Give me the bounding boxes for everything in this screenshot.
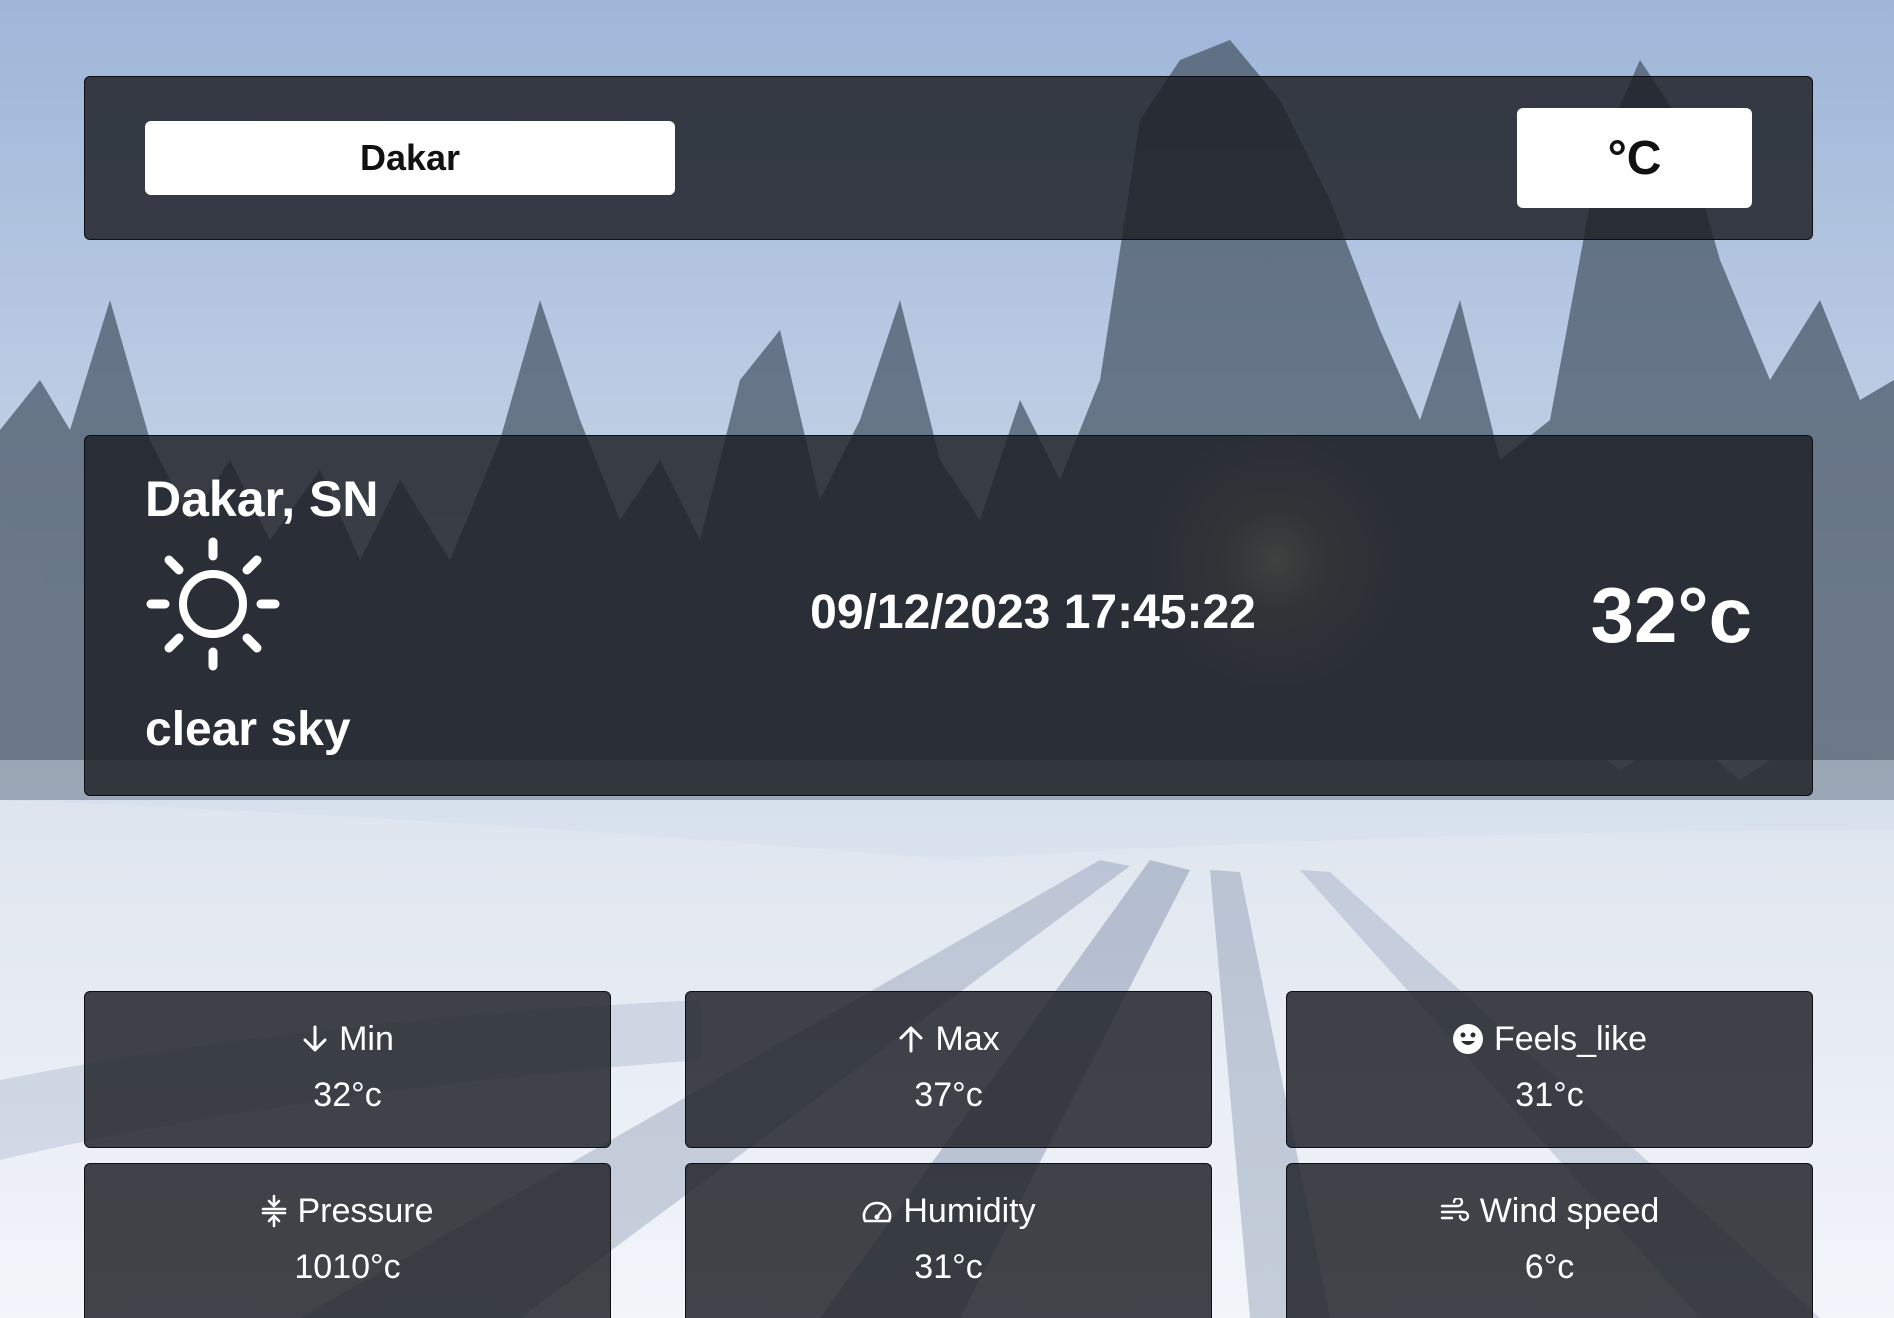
stat-card-min: Min 32°c [84, 991, 611, 1148]
stat-card-pressure: Pressure 1010°c [84, 1163, 611, 1318]
stat-value: 6°c [1524, 1248, 1575, 1286]
stat-card-humidity: Humidity 31°c [685, 1163, 1212, 1318]
current-temperature: 32°c [1590, 571, 1752, 659]
location-title: Dakar, SN [145, 471, 379, 527]
stat-value: 37°c [914, 1076, 983, 1114]
wind-icon [1440, 1198, 1469, 1222]
stat-label: Min [339, 1020, 394, 1058]
stat-value: 1010°c [294, 1248, 401, 1286]
stat-value: 31°c [1515, 1076, 1584, 1114]
stat-label: Humidity [903, 1192, 1036, 1230]
compress-icon [262, 1194, 287, 1228]
current-weather-card: Dakar, SN clear sky 09/12/2023 17:45:22 … [84, 435, 1813, 796]
stat-label: Feels_like [1493, 1020, 1648, 1058]
stat-label: Max [935, 1020, 1000, 1058]
arrow-down-icon [303, 1025, 327, 1052]
stat-value: 31°c [914, 1248, 983, 1286]
stat-card-feels-like: Feels_like 31°c [1286, 991, 1813, 1148]
smiley-icon [1452, 1024, 1483, 1054]
unit-toggle-button[interactable]: °C [1517, 108, 1752, 208]
stat-card-wind-speed: Wind speed 6°c [1286, 1163, 1813, 1318]
stat-label: Pressure [297, 1192, 434, 1230]
gauge-icon [863, 1201, 892, 1223]
stat-card-max: Max 37°c [685, 991, 1212, 1148]
arrow-up-icon [899, 1026, 923, 1053]
city-search-input[interactable] [145, 121, 675, 195]
stat-label: Wind speed [1479, 1192, 1660, 1230]
weather-condition: clear sky [145, 703, 351, 756]
sun-icon [146, 537, 280, 671]
search-bar: °C [84, 76, 1813, 240]
local-datetime: 09/12/2023 17:45:22 [810, 586, 1256, 639]
stat-value: 32°c [313, 1076, 382, 1114]
